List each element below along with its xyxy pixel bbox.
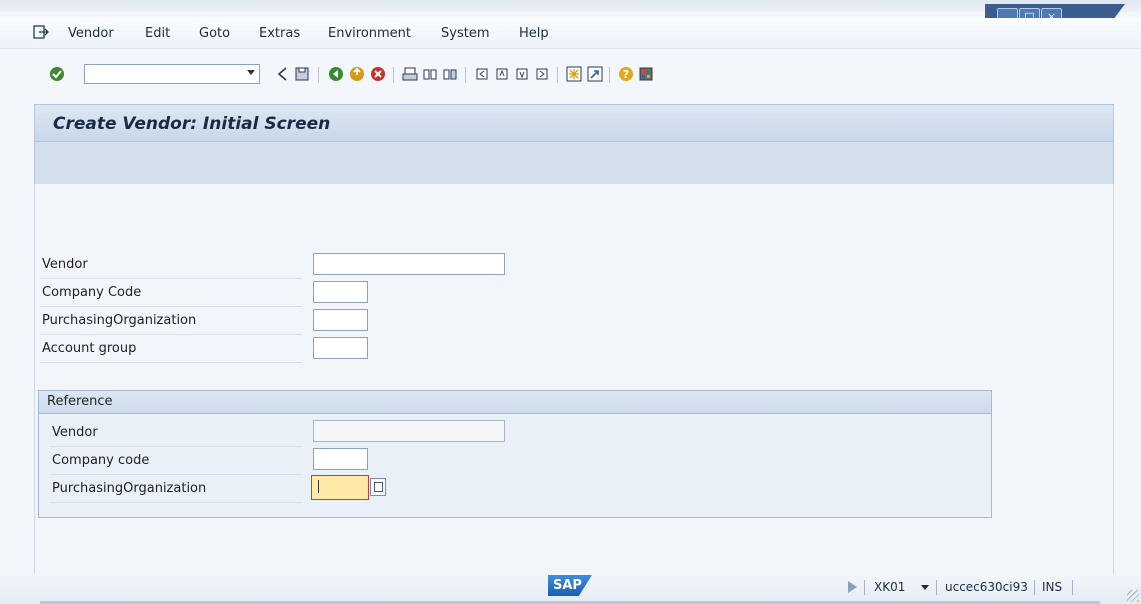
account-group-label: Account group	[42, 341, 137, 356]
vendor-field[interactable]	[313, 253, 505, 275]
print-icon[interactable]	[402, 66, 418, 82]
reference-row-vendor: Vendor	[50, 420, 302, 447]
cancel-icon[interactable]	[370, 66, 386, 82]
vendor-label: Vendor	[42, 257, 88, 272]
toolbar-separator	[557, 67, 558, 83]
form-row-company-code: Company Code	[40, 280, 302, 307]
account-group-field[interactable]	[313, 337, 368, 359]
resize-grip[interactable]	[1127, 590, 1139, 602]
screen-title-bar: Create Vendor: Initial Screen	[34, 104, 1114, 142]
reference-row-company-code: Company code	[50, 448, 302, 475]
menu-edit[interactable]: Edit	[145, 26, 170, 41]
find-next-icon[interactable]	[442, 66, 458, 82]
first-page-icon[interactable]	[474, 66, 490, 82]
chevron-down-icon[interactable]	[247, 70, 255, 75]
status-bar: SAP XK01 uccec630ci93 INS	[0, 574, 1141, 604]
value-help-button[interactable]	[370, 478, 386, 496]
menu-exit-icon[interactable]	[33, 25, 49, 39]
create-session-icon[interactable]	[566, 66, 582, 82]
company-code-field[interactable]	[313, 281, 368, 303]
form-row-vendor: Vendor	[40, 252, 302, 279]
menu-extras[interactable]: Extras	[259, 26, 300, 41]
svg-text:?: ?	[623, 68, 629, 81]
back-icon[interactable]	[328, 66, 344, 82]
exit-icon[interactable]	[349, 66, 365, 82]
reference-group-header: Reference	[39, 391, 991, 414]
next-page-icon[interactable]	[514, 66, 530, 82]
layout-menu-icon[interactable]	[638, 66, 654, 82]
status-separator	[936, 580, 937, 595]
menu-bar: Vendor Edit Goto Extras Environment Syst…	[0, 18, 1141, 49]
reference-purchasing-org-label: PurchasingOrganization	[52, 481, 207, 496]
generate-shortcut-icon[interactable]	[587, 66, 603, 82]
reference-row-purchasing-org: PurchasingOrganization	[50, 476, 302, 503]
menu-vendor[interactable]: Vendor	[68, 26, 114, 41]
reference-vendor-field[interactable]	[313, 420, 505, 442]
enter-icon[interactable]	[49, 66, 65, 82]
find-icon[interactable]	[422, 66, 438, 82]
insert-mode[interactable]: INS	[1042, 580, 1062, 594]
reference-vendor-label: Vendor	[52, 425, 98, 440]
toolbar-separator	[318, 67, 319, 83]
purchasing-org-label: PurchasingOrganization	[42, 313, 197, 328]
menu-system[interactable]: System	[441, 26, 489, 41]
reference-company-code-field[interactable]	[313, 448, 368, 470]
command-field[interactable]	[84, 64, 260, 84]
last-page-icon[interactable]	[534, 66, 550, 82]
purchasing-org-field[interactable]	[313, 309, 368, 331]
toolbar-separator	[393, 67, 394, 83]
toolbar-separator	[465, 67, 466, 83]
application-toolbar	[34, 142, 1114, 184]
help-icon[interactable]: ?	[618, 66, 634, 82]
save-icon[interactable]	[294, 66, 310, 82]
reference-purchasing-org-field[interactable]	[311, 475, 369, 500]
reference-group-title: Reference	[47, 394, 113, 409]
sap-logo: SAP	[548, 575, 592, 596]
company-code-label: Company Code	[42, 285, 142, 300]
text-cursor	[318, 480, 319, 493]
form-row-purchasing-org: PurchasingOrganization	[40, 308, 302, 335]
status-separator	[1034, 580, 1035, 595]
reference-company-code-label: Company code	[52, 453, 150, 468]
previous-page-icon[interactable]	[494, 66, 510, 82]
status-separator	[1072, 580, 1073, 595]
status-separator	[864, 580, 865, 595]
form-row-account-group: Account group	[40, 336, 302, 363]
menu-goto[interactable]: Goto	[199, 26, 230, 41]
value-help-icon	[374, 482, 383, 492]
sap-gui-window: _ □ × Vendor Edit Goto Extras Environmen…	[0, 0, 1141, 604]
window-frame	[0, 0, 1141, 12]
page-title: Create Vendor: Initial Screen	[53, 114, 331, 134]
play-icon[interactable]	[848, 581, 857, 593]
back-arrow-icon[interactable]	[275, 66, 291, 82]
menu-help[interactable]: Help	[519, 26, 549, 41]
transaction-code[interactable]: XK01	[874, 580, 905, 594]
menu-environment[interactable]: Environment	[328, 26, 411, 41]
chevron-down-icon[interactable]	[921, 585, 929, 590]
toolbar-separator	[609, 67, 610, 83]
standard-toolbar: ?	[0, 57, 1141, 93]
server-name: uccec630ci93	[945, 580, 1028, 594]
